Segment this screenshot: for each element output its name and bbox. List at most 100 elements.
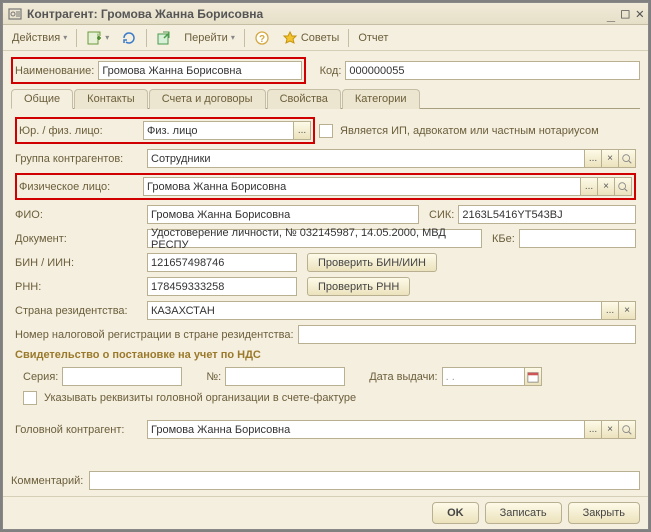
window: Контрагент: Громова Жанна Борисовна _ □ … xyxy=(2,2,649,530)
taxnum-input[interactable] xyxy=(298,325,636,344)
head-check-row: Указывать реквизиты головной организации… xyxy=(15,391,636,405)
tab-accounts[interactable]: Счета и договоры xyxy=(149,89,266,109)
name-input[interactable]: Громова Жанна Борисовна xyxy=(98,61,301,80)
rnn-row: РНН: 178459333258 Проверить РНН xyxy=(15,277,636,296)
date-picker-button[interactable] xyxy=(524,367,542,386)
fio-row: ФИО: Громова Жанна Борисовна СИК: 2163L5… xyxy=(15,205,636,224)
separator xyxy=(244,29,245,47)
name-highlight: Наименование: Громова Жанна Борисовна xyxy=(11,57,306,84)
group-row: Группа контрагентов: Сотрудники ... × xyxy=(15,149,636,168)
rnn-label: РНН: xyxy=(15,281,143,293)
taxnum-label: Номер налоговой регистрации в стране рез… xyxy=(15,329,294,341)
ok-button[interactable]: OK xyxy=(432,502,479,524)
date-input-wrap: . . xyxy=(442,367,542,386)
person-clear-button[interactable]: × xyxy=(597,177,615,196)
close-form-button[interactable]: Закрыть xyxy=(568,502,640,524)
tab-body-general: Юр. / физ. лицо: Физ. лицо ... Является … xyxy=(11,109,640,448)
rnn-check-button[interactable]: Проверить РНН xyxy=(307,277,410,296)
kbe-label: КБе: xyxy=(492,233,515,245)
group-select-button[interactable]: ... xyxy=(584,149,602,168)
kbe-input[interactable] xyxy=(519,229,636,248)
comment-label: Комментарий: xyxy=(11,475,83,487)
titlebar: Контрагент: Громова Жанна Борисовна _ □ … xyxy=(3,3,648,25)
content: Наименование: Громова Жанна Борисовна Ко… xyxy=(3,51,648,469)
actions-menu[interactable]: Действия▾ xyxy=(7,30,72,46)
vat-row: Серия: №: Дата выдачи: . . xyxy=(15,367,636,386)
fio-input[interactable]: Громова Жанна Борисовна xyxy=(147,205,419,224)
type-row: Юр. / физ. лицо: Физ. лицо ... Является … xyxy=(15,117,636,144)
person-lookup-button[interactable] xyxy=(614,177,632,196)
country-select-button[interactable]: ... xyxy=(601,301,619,320)
save-button[interactable]: Записать xyxy=(485,502,562,524)
head-lookup-button[interactable] xyxy=(618,420,636,439)
country-clear-button[interactable]: × xyxy=(618,301,636,320)
tips-label: Советы xyxy=(301,32,339,44)
head-label: Головной контрагент: xyxy=(15,424,143,436)
separator xyxy=(76,29,77,47)
code-label: Код: xyxy=(320,65,342,77)
person-input-wrap: Громова Жанна Борисовна ... × xyxy=(143,177,632,196)
toolbar-refresh-icon[interactable] xyxy=(116,28,142,48)
separator xyxy=(146,29,147,47)
head-input-wrap: Громова Жанна Борисовна ... × xyxy=(147,420,636,439)
head-input[interactable]: Громова Жанна Борисовна xyxy=(147,420,585,439)
type-highlight: Юр. / физ. лицо: Физ. лицо ... xyxy=(15,117,315,144)
person-row: Физическое лицо: Громова Жанна Борисовна… xyxy=(15,173,636,200)
fio-label: ФИО: xyxy=(15,209,143,221)
vat-section-title: Свидетельство о постановке на учет по НД… xyxy=(15,349,636,361)
toolbar: Действия▾ ▾ Перейти▾ ? Советы Отчет xyxy=(3,25,648,51)
ip-checkbox[interactable] xyxy=(319,124,333,138)
bin-row: БИН / ИИН: 121657498746 Проверить БИН/ИИ… xyxy=(15,253,636,272)
person-input[interactable]: Громова Жанна Борисовна xyxy=(143,177,581,196)
tab-props[interactable]: Свойства xyxy=(267,89,341,109)
doc-input[interactable]: Удостоверение личности, № 032145987, 14.… xyxy=(147,229,482,248)
minimize-button[interactable]: _ xyxy=(607,6,615,22)
tips-button[interactable]: Советы xyxy=(277,28,344,48)
comment-row: Комментарий: xyxy=(3,469,648,496)
comment-input[interactable] xyxy=(89,471,640,490)
help-icon[interactable]: ? xyxy=(249,28,275,48)
date-input[interactable]: . . xyxy=(442,367,525,386)
close-button[interactable]: ✕ xyxy=(636,6,644,22)
doc-label: Документ: xyxy=(15,233,143,245)
window-controls: _ □ ✕ xyxy=(607,6,644,22)
num-input[interactable] xyxy=(225,367,345,386)
name-row: Наименование: Громова Жанна Борисовна Ко… xyxy=(11,57,640,84)
group-input[interactable]: Сотрудники xyxy=(147,149,585,168)
group-label: Группа контрагентов: xyxy=(15,153,143,165)
separator xyxy=(348,29,349,47)
head-clear-button[interactable]: × xyxy=(601,420,619,439)
head-checkbox[interactable] xyxy=(23,391,37,405)
series-input[interactable] xyxy=(62,367,182,386)
code-input[interactable]: 000000055 xyxy=(345,61,640,80)
actions-label: Действия xyxy=(12,32,60,44)
person-highlight: Физическое лицо: Громова Жанна Борисовна… xyxy=(15,173,636,200)
head-select-button[interactable]: ... xyxy=(584,420,602,439)
report-label: Отчет xyxy=(358,32,388,44)
num-label: №: xyxy=(206,371,221,383)
sik-input[interactable]: 2163L5416YT543BJ xyxy=(458,205,636,224)
date-label: Дата выдачи: xyxy=(369,371,437,383)
taxnum-row: Номер налоговой регистрации в стране рез… xyxy=(15,325,636,344)
country-row: Страна резидентства: КАЗАХСТАН ... × xyxy=(15,301,636,320)
country-input[interactable]: КАЗАХСТАН xyxy=(147,301,602,320)
bin-input[interactable]: 121657498746 xyxy=(147,253,297,272)
tab-general[interactable]: Общие xyxy=(11,89,73,109)
bin-label: БИН / ИИН: xyxy=(15,257,143,269)
report-button[interactable]: Отчет xyxy=(353,30,393,46)
type-input[interactable]: Физ. лицо xyxy=(143,121,294,140)
rnn-input[interactable]: 178459333258 xyxy=(147,277,297,296)
goto-menu[interactable]: Перейти▾ xyxy=(179,30,240,46)
maximize-button[interactable]: □ xyxy=(621,6,629,22)
tab-categories[interactable]: Категории xyxy=(342,89,420,109)
group-clear-button[interactable]: × xyxy=(601,149,619,168)
toolbar-nav-icon[interactable] xyxy=(151,28,177,48)
group-lookup-button[interactable] xyxy=(618,149,636,168)
bin-check-button[interactable]: Проверить БИН/ИИН xyxy=(307,253,437,272)
app-icon xyxy=(7,6,23,22)
type-select-button[interactable]: ... xyxy=(293,121,311,140)
person-select-button[interactable]: ... xyxy=(580,177,598,196)
ip-label: Является ИП, адвокатом или частным нотар… xyxy=(340,125,599,137)
tab-contacts[interactable]: Контакты xyxy=(74,89,148,109)
toolbar-add-icon[interactable]: ▾ xyxy=(81,28,114,48)
